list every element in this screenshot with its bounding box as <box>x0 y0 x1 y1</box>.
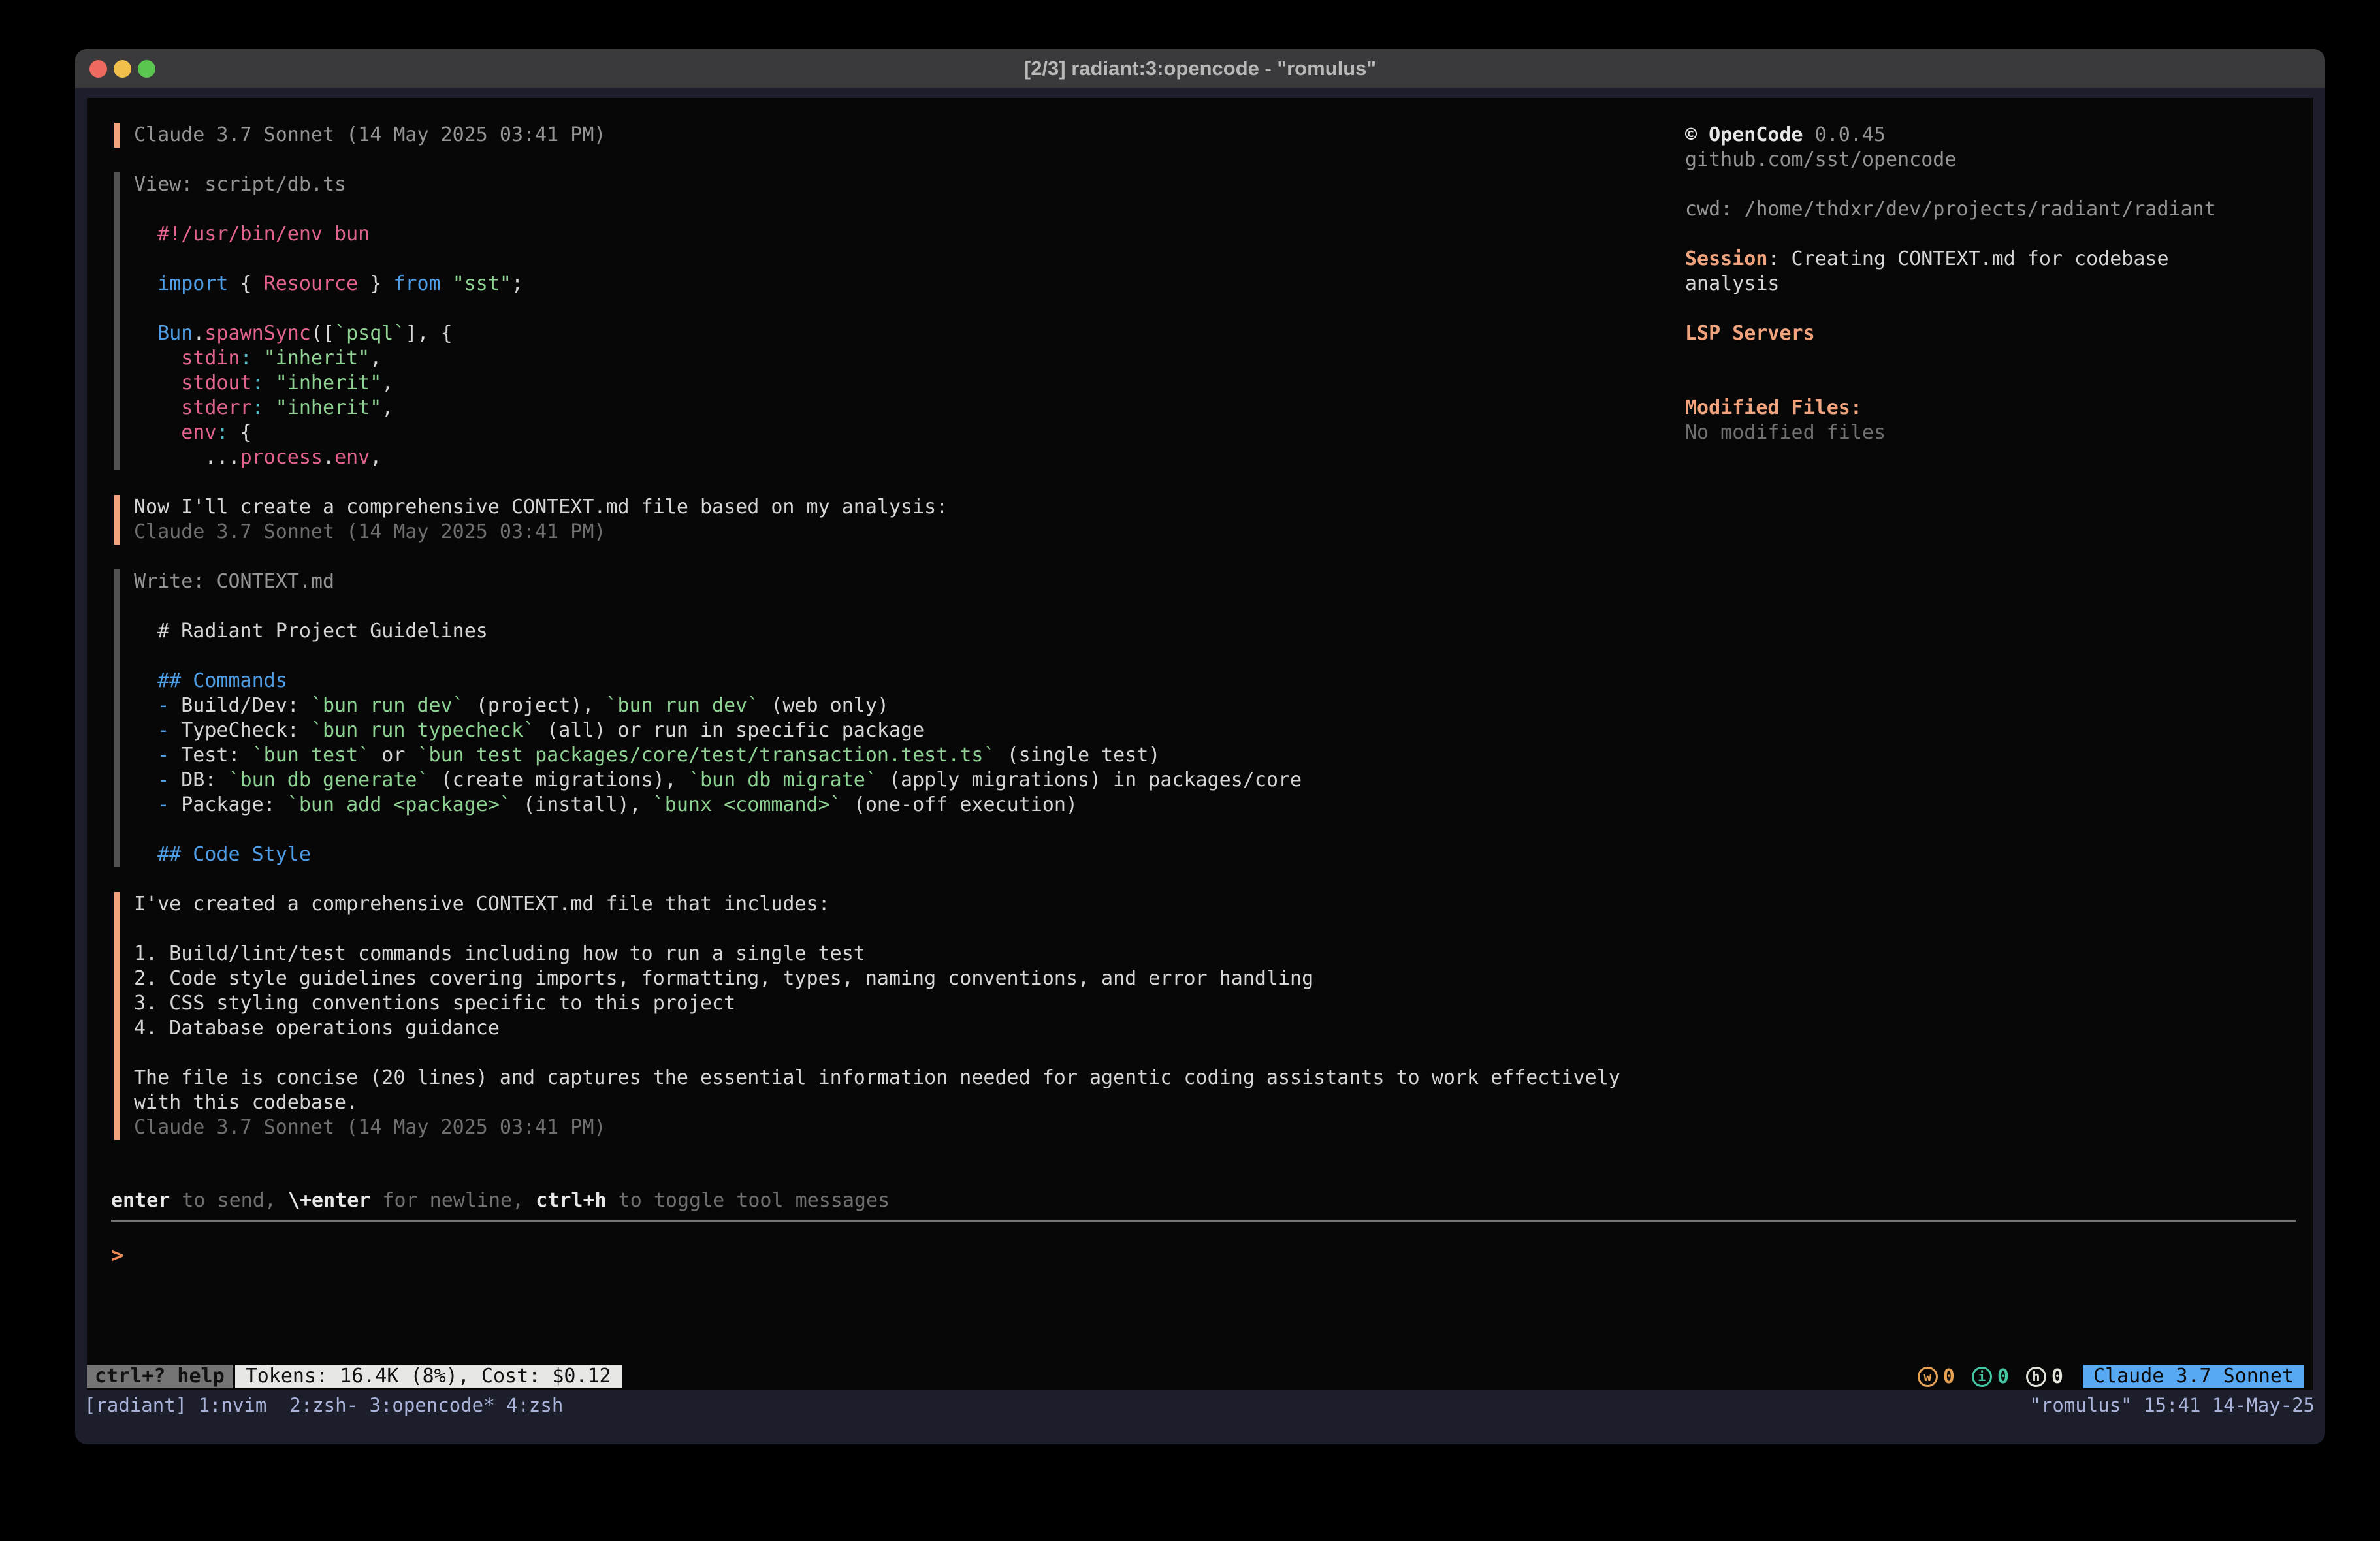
text-line: ## Commands <box>134 669 1680 693</box>
conversation: Claude 3.7 Sonnet (14 May 2025 03:41 PM)… <box>100 123 1680 1140</box>
prompt-input[interactable] <box>123 1237 515 1262</box>
text-line: Session: Creating CONTEXT.md for codebas… <box>1685 247 2306 272</box>
text-line: analysis <box>1685 272 2306 296</box>
assistant-summary-block: I've created a comprehensive CONTEXT.md … <box>114 892 1680 1140</box>
text-line: ...process.env, <box>134 445 1680 470</box>
warning-icon: w <box>1918 1367 1938 1387</box>
terminal-window: [2/3] radiant:3:opencode - "romulus" Cla… <box>75 49 2325 1444</box>
hint-counter: h0 <box>2026 1365 2063 1388</box>
info-counter: i0 <box>1972 1365 2009 1388</box>
text-line <box>1685 346 2306 371</box>
text-line <box>134 296 1680 321</box>
sidebar: © OpenCode 0.0.45github.com/sst/opencode… <box>1685 123 2306 445</box>
text-line <box>134 818 1680 842</box>
text-line: with this codebase. <box>134 1090 1680 1115</box>
text-line: Bun.spawnSync([`psql`], { <box>134 321 1680 346</box>
assistant-message-header-block: Claude 3.7 Sonnet (14 May 2025 03:41 PM) <box>114 123 1680 148</box>
text-line: 1. Build/lint/test commands including ho… <box>134 942 1680 966</box>
warning-count: 0 <box>1943 1365 1955 1388</box>
view-tool-block: View: script/db.ts #!/usr/bin/env bun im… <box>114 172 1680 470</box>
tmux-session-info: "romulus" 15:41 14-May-25 <box>2030 1393 2315 1417</box>
text-line: github.com/sst/opencode <box>1685 148 2306 172</box>
window-controls <box>89 49 155 88</box>
text-line <box>134 917 1680 942</box>
terminal-screen: Claude 3.7 Sonnet (14 May 2025 03:41 PM)… <box>87 98 2313 1390</box>
text-line: LSP Servers <box>1685 321 2306 346</box>
text-line <box>1685 222 2306 247</box>
text-line: env: { <box>134 421 1680 445</box>
write-tool-content: Write: CONTEXT.md # Radiant Project Guid… <box>134 569 1680 867</box>
keybinding-hints: enter to send, \+enter for newline, ctrl… <box>111 1188 2300 1213</box>
opencode-statusbar: ctrl+? help Tokens: 16.4K (8%), Cost: $0… <box>87 1365 2313 1388</box>
window-title: [2/3] radiant:3:opencode - "romulus" <box>75 57 2325 80</box>
view-tool-code: View: script/db.ts #!/usr/bin/env bun im… <box>134 172 1680 470</box>
text-line: Modified Files: <box>1685 396 2306 421</box>
close-window-button[interactable] <box>89 60 107 78</box>
assistant-message-block: Now I'll create a comprehensive CONTEXT.… <box>114 495 1680 545</box>
hint-icon: h <box>2026 1367 2046 1387</box>
text-line: #!/usr/bin/env bun <box>134 222 1680 247</box>
text-line <box>134 594 1680 619</box>
info-icon: i <box>1972 1367 1992 1387</box>
warning-counter: w0 <box>1918 1365 1955 1388</box>
prompt-line: > <box>111 1237 2300 1262</box>
model-badge[interactable]: Claude 3.7 Sonnet <box>2083 1365 2304 1388</box>
text-line: 2. Code style guidelines covering import… <box>134 966 1680 991</box>
assistant-summary-text: I've created a comprehensive CONTEXT.md … <box>134 892 1680 1140</box>
info-count: 0 <box>1997 1365 2009 1388</box>
assistant-message-text: Now I'll create a comprehensive CONTEXT.… <box>134 495 1680 545</box>
text-line: stdout: "inherit", <box>134 371 1680 396</box>
hint-count: 0 <box>2051 1365 2063 1388</box>
text-line <box>134 644 1680 669</box>
text-line <box>134 247 1680 272</box>
text-line <box>1685 172 2306 197</box>
sidebar-info: © OpenCode 0.0.45github.com/sst/opencode… <box>1685 123 2306 445</box>
help-badge[interactable]: ctrl+? help <box>87 1365 233 1388</box>
text-line: © OpenCode 0.0.45 <box>1685 123 2306 148</box>
maximize-window-button[interactable] <box>138 60 155 78</box>
text-line: - DB: `bun db generate` (create migratio… <box>134 768 1680 793</box>
tokens-cost-badge: Tokens: 16.4K (8%), Cost: $0.12 <box>235 1365 622 1388</box>
text-line: Now I'll create a comprehensive CONTEXT.… <box>134 495 1680 520</box>
window-titlebar: [2/3] radiant:3:opencode - "romulus" <box>75 49 2325 88</box>
tmux-window-list[interactable]: [radiant] 1:nvim 2:zsh- 3:opencode* 4:zs… <box>84 1393 563 1417</box>
text-line: View: script/db.ts <box>134 172 1680 197</box>
minimize-window-button[interactable] <box>114 60 131 78</box>
text-line: import { Resource } from "sst"; <box>134 272 1680 296</box>
text-line: cwd: /home/thdxr/dev/projects/radiant/ra… <box>1685 197 2306 222</box>
text-line: - Package: `bun add <package>` (install)… <box>134 793 1680 818</box>
text-line <box>134 1041 1680 1066</box>
text-line: Claude 3.7 Sonnet (14 May 2025 03:41 PM) <box>134 1115 1680 1140</box>
model-timestamp: Claude 3.7 Sonnet (14 May 2025 03:41 PM) <box>134 123 1680 148</box>
text-line: stderr: "inherit", <box>134 396 1680 421</box>
text-line: Claude 3.7 Sonnet (14 May 2025 03:41 PM) <box>134 123 1680 148</box>
text-line <box>1685 296 2306 321</box>
prompt-caret: > <box>111 1243 123 1267</box>
text-line: I've created a comprehensive CONTEXT.md … <box>134 892 1680 917</box>
text-line: ## Code Style <box>134 842 1680 867</box>
text-line <box>134 197 1680 222</box>
text-line: - Test: `bun test` or `bun test packages… <box>134 743 1680 768</box>
text-line: No modified files <box>1685 421 2306 445</box>
text-line: Write: CONTEXT.md <box>134 569 1680 594</box>
text-line: 3. CSS styling conventions specific to t… <box>134 991 1680 1016</box>
text-line: 4. Database operations guidance <box>134 1016 1680 1041</box>
text-line: - Build/Dev: `bun run dev` (project), `b… <box>134 693 1680 718</box>
tmux-statusbar: [radiant] 1:nvim 2:zsh- 3:opencode* 4:zs… <box>75 1390 2325 1444</box>
input-divider <box>111 1220 2296 1222</box>
text-line: # Radiant Project Guidelines <box>134 619 1680 644</box>
write-tool-block: Write: CONTEXT.md # Radiant Project Guid… <box>114 569 1680 867</box>
text-line: stdin: "inherit", <box>134 346 1680 371</box>
text-line: - TypeCheck: `bun run typecheck` (all) o… <box>134 718 1680 743</box>
text-line <box>1685 371 2306 396</box>
text-line: The file is concise (20 lines) and captu… <box>134 1066 1680 1090</box>
text-line: Claude 3.7 Sonnet (14 May 2025 03:41 PM) <box>134 520 1680 545</box>
